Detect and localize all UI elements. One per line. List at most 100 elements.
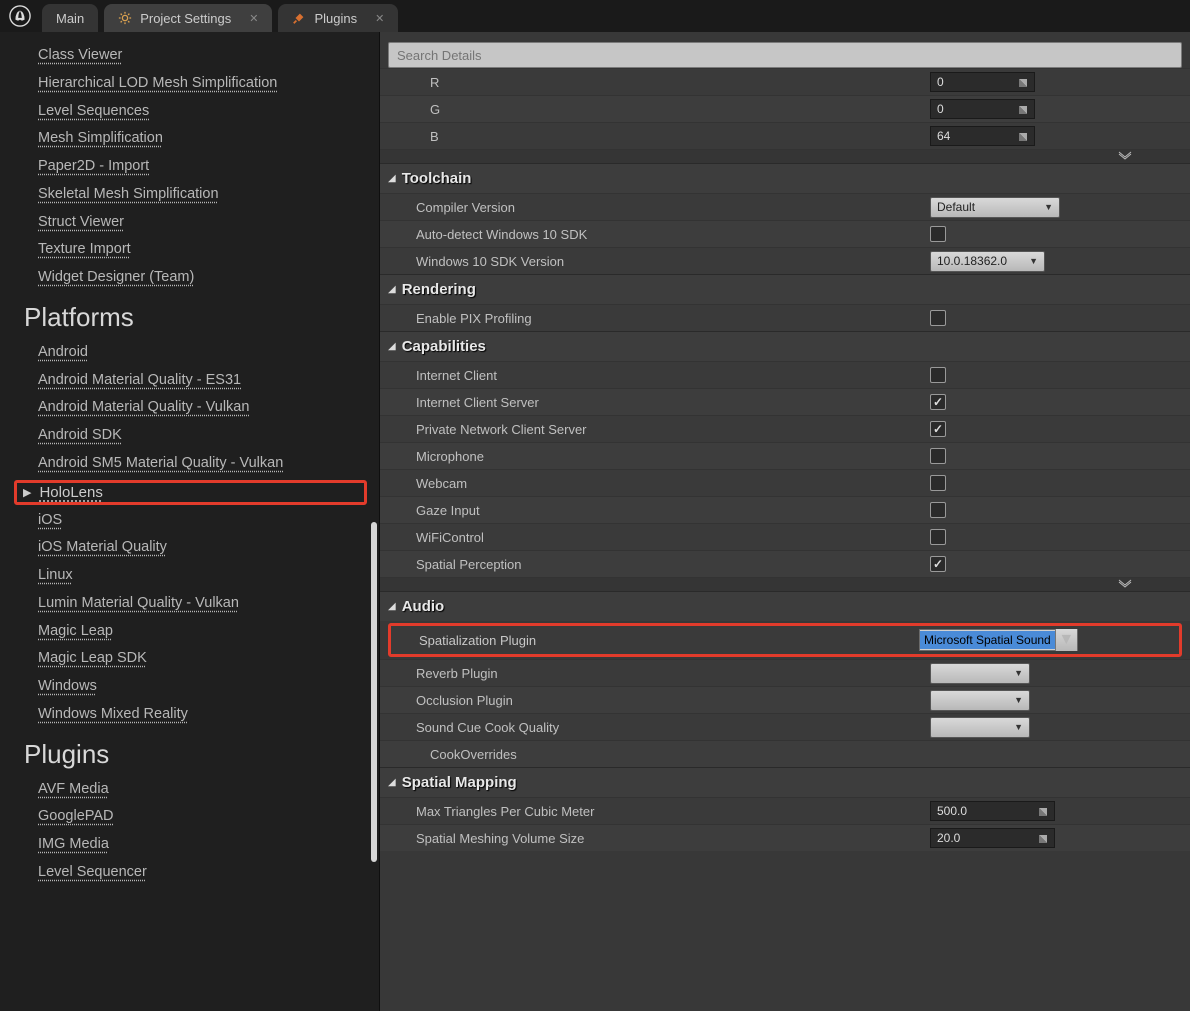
- sidebar-item[interactable]: Magic Leap SDK: [0, 645, 379, 673]
- pix-checkbox[interactable]: [930, 310, 946, 326]
- arrow-right-icon: ▶: [23, 486, 31, 499]
- capability-label: Microphone: [416, 449, 930, 464]
- color-b-row: B 64: [380, 122, 1190, 149]
- pix-profiling-row: Enable PIX Profiling: [380, 304, 1190, 331]
- spinner-icon[interactable]: [1038, 833, 1048, 843]
- sidebar-item[interactable]: AVF Media: [0, 776, 379, 804]
- capability-label: Internet Client Server: [416, 395, 930, 410]
- tab-plugins[interactable]: Plugins ✕: [278, 4, 398, 32]
- sidebar-item[interactable]: Mesh Simplification: [0, 125, 379, 153]
- input-g[interactable]: 0: [930, 99, 1035, 119]
- triangle-down-icon: ◢: [388, 284, 396, 295]
- spinner-icon[interactable]: [1038, 806, 1048, 816]
- color-r-row: R 0: [380, 68, 1190, 95]
- sidebar-item[interactable]: Windows: [0, 673, 379, 701]
- sidebar-item[interactable]: iOS Material Quality: [0, 534, 379, 562]
- search-input[interactable]: [397, 48, 1173, 63]
- chevron-down-icon: ▼: [1014, 695, 1023, 705]
- capability-checkbox[interactable]: [930, 394, 946, 410]
- sidebar-item[interactable]: Windows Mixed Reality: [0, 701, 379, 729]
- label-b: B: [430, 129, 930, 144]
- sidebar-item[interactable]: Android Material Quality - Vulkan: [0, 394, 379, 422]
- spinner-icon[interactable]: [1018, 104, 1028, 114]
- spinner-icon[interactable]: [1018, 131, 1028, 141]
- search-details[interactable]: [388, 42, 1182, 68]
- close-icon[interactable]: ✕: [249, 12, 258, 25]
- capability-label: Spatial Perception: [416, 557, 930, 572]
- max-triangles-input[interactable]: 500.0: [930, 801, 1055, 821]
- section-collapse-bar[interactable]: [380, 577, 1190, 591]
- capability-label: Webcam: [416, 476, 930, 491]
- sidebar-item[interactable]: Widget Designer (Team): [0, 264, 379, 292]
- input-r[interactable]: 0: [930, 72, 1035, 92]
- capability-checkbox[interactable]: [930, 475, 946, 491]
- capability-checkbox[interactable]: [930, 421, 946, 437]
- sidebar-item[interactable]: Android SM5 Material Quality - Vulkan: [0, 450, 379, 478]
- sidebar-item[interactable]: Paper2D - Import: [0, 153, 379, 181]
- section-audio[interactable]: ◢Audio: [380, 591, 1190, 621]
- capability-checkbox[interactable]: [930, 529, 946, 545]
- section-spatial-mapping[interactable]: ◢Spatial Mapping: [380, 767, 1190, 797]
- unreal-logo: [4, 0, 36, 32]
- spatialization-plugin-row: Spatialization Plugin Microsoft Spatial …: [388, 623, 1182, 657]
- capability-checkbox[interactable]: [930, 556, 946, 572]
- sidebar-item[interactable]: Level Sequencer: [0, 859, 379, 887]
- spatialization-plugin-dropdown[interactable]: Microsoft Spatial Sound ▼: [919, 629, 1078, 651]
- plug-icon: [292, 11, 306, 25]
- reverb-plugin-dropdown[interactable]: ▼: [930, 663, 1030, 684]
- capability-checkbox[interactable]: [930, 367, 946, 383]
- occlusion-plugin-dropdown[interactable]: ▼: [930, 690, 1030, 711]
- sidebar-item[interactable]: Texture Import: [0, 236, 379, 264]
- chevron-down-icon: ▼: [1014, 722, 1023, 732]
- tab-project-settings[interactable]: Project Settings ✕: [104, 4, 272, 32]
- compiler-version-dropdown[interactable]: Default▼: [930, 197, 1060, 218]
- section-collapse-bar[interactable]: [380, 149, 1190, 163]
- sound-cue-dropdown[interactable]: ▼: [930, 717, 1030, 738]
- reverb-plugin-row: Reverb Plugin ▼: [380, 659, 1190, 686]
- chevron-down-icon[interactable]: ▼: [1055, 629, 1077, 651]
- capability-checkbox[interactable]: [930, 448, 946, 464]
- sidebar-item[interactable]: Level Sequences: [0, 98, 379, 126]
- section-toolchain[interactable]: ◢Toolchain: [380, 163, 1190, 193]
- capability-row: Internet Client: [380, 361, 1190, 388]
- capability-row: Spatial Perception: [380, 550, 1190, 577]
- sidebar-item[interactable]: Magic Leap: [0, 618, 379, 646]
- sidebar-item[interactable]: iOS: [0, 507, 379, 535]
- capability-checkbox[interactable]: [930, 502, 946, 518]
- label-g: G: [430, 102, 930, 117]
- section-capabilities[interactable]: ◢Capabilities: [380, 331, 1190, 361]
- triangle-down-icon: ◢: [388, 341, 396, 352]
- gear-icon: [118, 11, 132, 25]
- win10-sdk-row: Windows 10 SDK Version 10.0.18362.0▼: [380, 247, 1190, 274]
- tab-project-label: Project Settings: [140, 11, 231, 26]
- section-rendering[interactable]: ◢Rendering: [380, 274, 1190, 304]
- sidebar-item[interactable]: Class Viewer: [0, 42, 379, 70]
- spatial-volume-input[interactable]: 20.0: [930, 828, 1055, 848]
- sidebar-item-hololens[interactable]: ▶ HoloLens: [14, 480, 367, 505]
- sidebar-item[interactable]: Android SDK: [0, 422, 379, 450]
- sidebar-scrollbar[interactable]: [371, 522, 377, 862]
- sidebar-item[interactable]: GooglePAD: [0, 803, 379, 831]
- sidebar-item[interactable]: IMG Media: [0, 831, 379, 859]
- sidebar-item[interactable]: Linux: [0, 562, 379, 590]
- chevron-down-icon: ▼: [1029, 256, 1038, 266]
- sidebar-item[interactable]: Android: [0, 339, 379, 367]
- win10-sdk-dropdown[interactable]: 10.0.18362.0▼: [930, 251, 1045, 272]
- autodetect-sdk-row: Auto-detect Windows 10 SDK: [380, 220, 1190, 247]
- sidebar-item[interactable]: Struct Viewer: [0, 209, 379, 237]
- close-icon[interactable]: ✕: [375, 12, 384, 25]
- capability-label: WiFiControl: [416, 530, 930, 545]
- autodetect-checkbox[interactable]: [930, 226, 946, 242]
- sidebar-item[interactable]: Android Material Quality - ES31: [0, 367, 379, 395]
- section-head-plugins: Plugins: [0, 729, 379, 776]
- settings-categories-sidebar[interactable]: Class ViewerHierarchical LOD Mesh Simpli…: [0, 32, 380, 1011]
- spinner-icon[interactable]: [1018, 77, 1028, 87]
- sidebar-item[interactable]: Lumin Material Quality - Vulkan: [0, 590, 379, 618]
- input-b[interactable]: 64: [930, 126, 1035, 146]
- capability-label: Private Network Client Server: [416, 422, 930, 437]
- sidebar-item[interactable]: Hierarchical LOD Mesh Simplification: [0, 70, 379, 98]
- triangle-down-icon: ◢: [388, 173, 396, 184]
- tab-main[interactable]: Main: [42, 4, 98, 32]
- sidebar-item[interactable]: Skeletal Mesh Simplification: [0, 181, 379, 209]
- tab-plugins-label: Plugins: [314, 11, 357, 26]
